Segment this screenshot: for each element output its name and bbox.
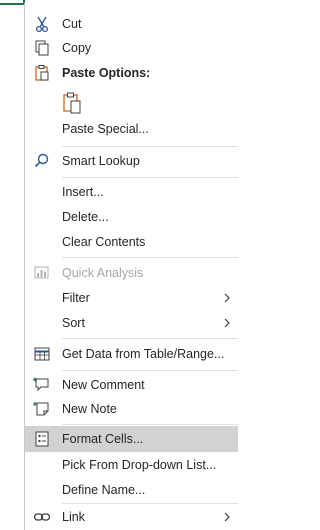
new-comment-label: New Comment: [62, 378, 145, 392]
separator: [62, 146, 238, 147]
menu-item-copy[interactable]: Copy: [25, 36, 238, 60]
menu-item-pick-dropdown[interactable]: Pick From Drop-down List...: [25, 453, 238, 477]
separator: [62, 338, 238, 339]
menu-item-sort[interactable]: Sort: [25, 311, 238, 335]
menu-item-new-note[interactable]: New Note: [25, 397, 238, 421]
cut-label: Cut: [62, 17, 82, 31]
get-data-label: Get Data from Table/Range...: [62, 347, 225, 361]
menu-item-cut[interactable]: Cut: [25, 12, 238, 36]
note-icon: [33, 402, 49, 416]
menu-item-quick-analysis: Quick Analysis: [25, 261, 238, 285]
menu-item-insert[interactable]: Insert...: [25, 180, 238, 204]
scissors-icon: [35, 16, 49, 33]
quick-analysis-icon: [34, 266, 49, 279]
pick-dropdown-label: Pick From Drop-down List...: [62, 458, 217, 472]
copy-label: Copy: [62, 41, 92, 55]
clipboard-icon: [35, 65, 49, 81]
chevron-right-icon: [224, 512, 230, 522]
separator: [62, 424, 238, 425]
delete-label: Delete...: [62, 210, 109, 224]
sort-label: Sort: [62, 316, 85, 330]
clear-contents-label: Clear Contents: [62, 235, 146, 249]
menu-item-new-comment[interactable]: New Comment: [25, 373, 238, 397]
table-icon: [34, 347, 50, 361]
paste-options-label: Paste Options:: [62, 66, 151, 80]
menu-item-delete[interactable]: Delete...: [25, 205, 238, 229]
separator: [62, 177, 238, 178]
menu-item-clear-contents[interactable]: Clear Contents: [25, 230, 238, 254]
paste-special-label: Paste Special...: [62, 122, 149, 136]
quick-analysis-label: Quick Analysis: [62, 266, 144, 280]
format-cells-label: Format Cells...: [62, 432, 144, 446]
menu-item-smart-lookup[interactable]: Smart Lookup: [25, 149, 238, 173]
filter-label: Filter: [62, 291, 90, 305]
format-cells-icon: [35, 431, 49, 447]
menu-item-get-data[interactable]: Get Data from Table/Range...: [25, 342, 238, 366]
separator: [62, 257, 238, 258]
comment-icon: [33, 377, 49, 392]
link-icon: [33, 513, 51, 521]
paste-icon: [63, 92, 81, 114]
context-menu: Cut Copy Paste Options: Paste Special...: [24, 3, 238, 530]
smart-lookup-label: Smart Lookup: [62, 154, 140, 168]
separator: [62, 503, 238, 504]
menu-item-link[interactable]: Link: [25, 505, 238, 529]
selected-cell-border: [0, 0, 25, 5]
define-name-label: Define Name...: [62, 483, 146, 497]
chevron-right-icon: [224, 318, 230, 328]
new-note-label: New Note: [62, 402, 117, 416]
menu-item-format-cells[interactable]: Format Cells...: [25, 426, 238, 452]
link-label: Link: [62, 510, 85, 524]
search-icon: [34, 153, 49, 168]
menu-item-paste-special[interactable]: Paste Special...: [25, 117, 238, 141]
paste-option-default[interactable]: [25, 89, 238, 117]
menu-item-define-name[interactable]: Define Name...: [25, 478, 238, 502]
paste-options-header: Paste Options:: [25, 61, 238, 85]
insert-label: Insert...: [62, 185, 104, 199]
copy-icon: [35, 40, 49, 56]
separator: [62, 370, 238, 371]
chevron-right-icon: [224, 293, 230, 303]
menu-item-filter[interactable]: Filter: [25, 286, 238, 310]
